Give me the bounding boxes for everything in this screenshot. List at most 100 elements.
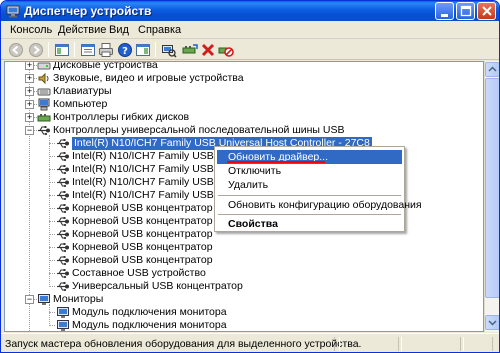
device-manager-icon xyxy=(6,4,20,18)
usb-icon xyxy=(56,137,70,150)
tree-device[interactable]: Модуль подключения монитора xyxy=(5,306,483,319)
tree-category[interactable]: + Компьютер xyxy=(5,98,483,111)
help-icon[interactable]: ? xyxy=(117,42,133,58)
toolbar-separator xyxy=(48,42,49,57)
monitor-icon xyxy=(56,319,70,331)
menu-uninstall[interactable]: Удалить xyxy=(217,178,402,192)
usb-icon xyxy=(56,163,70,176)
disk-icon xyxy=(37,62,51,72)
uninstall-icon[interactable] xyxy=(200,42,216,58)
menu-action[interactable]: Действие xyxy=(58,24,106,36)
tree-device[interactable]: Корневой USB концентратор xyxy=(5,241,483,254)
title-bar[interactable]: Диспетчер устройств xyxy=(1,1,499,21)
toolbar: ? xyxy=(1,39,499,60)
back-icon[interactable] xyxy=(8,42,24,58)
tree-node-label: Звуковые, видео и игровые устройства xyxy=(53,72,244,84)
console-tree-icon[interactable] xyxy=(135,42,151,58)
tree-node-label: Модуль подключения монитора xyxy=(72,306,227,318)
menu-console[interactable]: Консоль xyxy=(10,24,52,36)
usb-icon xyxy=(56,176,70,189)
menu-properties[interactable]: Свойства xyxy=(217,217,402,231)
sound-icon xyxy=(37,72,51,85)
tree-node-label: Контроллеры универсальной последовательн… xyxy=(53,124,345,136)
usb-icon xyxy=(56,254,70,267)
tree-device[interactable]: Универсальный USB концентратор xyxy=(5,280,483,293)
scan-hardware-icon[interactable] xyxy=(161,42,177,58)
collapse-button[interactable]: − xyxy=(25,126,34,135)
computer-icon xyxy=(37,98,51,111)
tree-device[interactable]: Модуль подключения монитора xyxy=(5,319,483,331)
menu-scan-hardware[interactable]: Обновить конфигурацию оборудования xyxy=(217,198,422,212)
tree-node-label: Мониторы xyxy=(53,293,104,305)
tree-node-label: Компьютер xyxy=(53,98,108,110)
tree-node-label: Универсальный USB концентратор xyxy=(72,280,243,292)
usb-icon xyxy=(56,228,70,241)
forward-icon[interactable] xyxy=(28,42,44,58)
vertical-scrollbar[interactable] xyxy=(484,61,499,332)
usb-icon xyxy=(56,215,70,228)
keyboard-icon xyxy=(37,85,51,98)
tree-node-label: Составное USB устройство xyxy=(72,267,206,279)
tree-device[interactable]: Составное USB устройство xyxy=(5,267,483,280)
tree-category[interactable]: + Дисковые устройства xyxy=(5,61,483,72)
tree-node-label: Корневой USB концентратор xyxy=(72,215,213,227)
expand-button[interactable]: + xyxy=(25,113,34,122)
status-cell xyxy=(401,337,461,351)
tree-node-label: Модуль подключения монитора xyxy=(72,319,227,331)
tree-device[interactable]: Корневой USB концентратор xyxy=(5,254,483,267)
scroll-thumb[interactable] xyxy=(485,78,499,298)
tree-node-label: Корневой USB концентратор xyxy=(72,254,213,266)
update-driver-icon[interactable] xyxy=(182,42,198,58)
floppy-controller-icon xyxy=(37,111,51,124)
tree-category[interactable]: + Звуковые, видео и игровые устройства xyxy=(5,72,483,85)
usb-icon xyxy=(56,189,70,202)
toolbar-separator xyxy=(74,42,75,57)
menu-separator xyxy=(218,214,401,215)
properties-sheet-icon[interactable] xyxy=(80,42,96,58)
menu-update-driver[interactable]: Обновить драйвер... xyxy=(217,150,402,164)
tree-node-label: Клавиатуры xyxy=(53,85,112,97)
toolbar-separator xyxy=(155,42,156,57)
tree-category[interactable]: + Клавиатуры xyxy=(5,85,483,98)
close-button[interactable] xyxy=(477,2,496,20)
expand-button[interactable]: + xyxy=(25,87,34,96)
usb-icon xyxy=(56,202,70,215)
print-icon[interactable] xyxy=(98,42,114,58)
status-cell xyxy=(463,337,493,351)
window-title: Диспетчер устройств xyxy=(24,4,152,18)
status-bar: Запуск мастера обновления оборудования д… xyxy=(1,333,499,352)
tree-node-label: Контроллеры гибких дисков xyxy=(53,111,190,123)
menu-disable[interactable]: Отключить xyxy=(217,164,402,178)
expand-button[interactable]: + xyxy=(25,74,34,83)
highlight-underline xyxy=(227,161,325,163)
usb-icon xyxy=(56,267,70,280)
monitor-icon xyxy=(37,293,51,306)
tree-node-label: Корневой USB концентратор xyxy=(72,202,213,214)
expand-button[interactable]: + xyxy=(25,62,34,70)
menu-view[interactable]: Вид xyxy=(109,24,129,36)
tree-node-label: Корневой USB концентратор xyxy=(72,228,213,240)
expand-button[interactable]: + xyxy=(25,100,34,109)
status-text: Запуск мастера обновления оборудования д… xyxy=(5,337,362,351)
menu-separator xyxy=(218,195,401,196)
tree-category[interactable]: − Мониторы xyxy=(5,293,483,306)
minimize-icon xyxy=(441,14,448,17)
tree-node-label: Корневой USB концентратор xyxy=(72,241,213,253)
menu-help[interactable]: Справка xyxy=(138,24,181,36)
tree-category[interactable]: − Контроллеры универсальной последователь… xyxy=(5,124,483,137)
arrow-down-icon xyxy=(488,320,497,326)
arrow-up-icon xyxy=(488,66,497,72)
maximize-button[interactable] xyxy=(456,2,475,20)
tree-node-label: Дисковые устройства xyxy=(53,61,158,71)
status-cell xyxy=(339,337,399,351)
close-icon xyxy=(482,6,492,16)
disable-device-icon[interactable] xyxy=(218,42,234,58)
show-tree-icon[interactable] xyxy=(54,42,70,58)
minimize-button[interactable] xyxy=(435,2,454,20)
menu-bar: Консоль Действие Вид Справка xyxy=(1,21,499,39)
scroll-down-button[interactable] xyxy=(485,315,499,330)
scroll-up-button[interactable] xyxy=(485,62,499,77)
collapse-button[interactable]: − xyxy=(25,295,34,304)
context-menu: Обновить драйвер... Отключить Удалить Об… xyxy=(214,146,422,232)
tree-category[interactable]: + Контроллеры гибких дисков xyxy=(5,111,483,124)
